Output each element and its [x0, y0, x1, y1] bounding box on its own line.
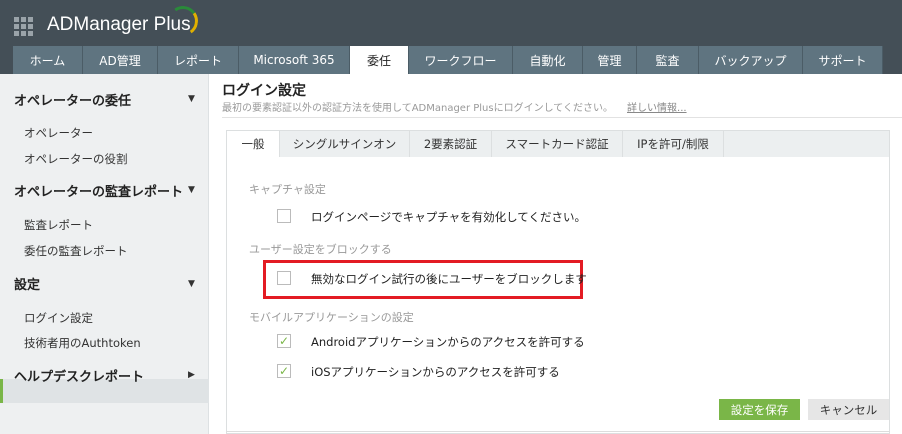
- sidebar: オペレーターの委任 ▼ オペレーター オペレーターの役割 オペレーターの監査レポ…: [0, 74, 209, 434]
- block-user-checkbox[interactable]: [277, 271, 291, 285]
- sidebar-heading-delegation[interactable]: オペレーターの委任: [14, 90, 131, 109]
- nav-backup[interactable]: バックアップ: [699, 46, 803, 74]
- tab-ip-restriction[interactable]: IPを許可/制限: [623, 131, 724, 157]
- nav-audit[interactable]: 監査: [637, 46, 699, 74]
- sidebar-item-login-settings[interactable]: ログイン設定: [24, 310, 93, 326]
- page-title: ログイン設定: [222, 83, 306, 99]
- tab-2fa[interactable]: 2要素認証: [410, 131, 492, 157]
- caret-right-icon[interactable]: ▶: [188, 370, 195, 380]
- ios-checkbox[interactable]: ✓: [277, 364, 291, 378]
- more-info-link[interactable]: 詳しい情報...: [627, 103, 687, 114]
- sidebar-item-operators[interactable]: オペレーター: [24, 125, 93, 141]
- tab-sso[interactable]: シングルサインオン: [280, 131, 410, 157]
- tab-general[interactable]: 一般: [227, 131, 280, 157]
- caret-down-icon[interactable]: ▼: [188, 94, 195, 104]
- sidebar-item-audit-reports[interactable]: 監査レポート: [24, 217, 93, 233]
- nav-support[interactable]: サポート: [803, 46, 883, 74]
- page-description: 最初の要素認証以外の認証方法を使用してADManager Plusにログインして…: [222, 99, 687, 114]
- nav-automation[interactable]: 自動化: [513, 46, 583, 74]
- nav-delegation[interactable]: 委任: [350, 46, 409, 74]
- captcha-label: ログインページでキャプチャを有効化してください。: [311, 210, 586, 224]
- captcha-checkbox[interactable]: [277, 209, 291, 223]
- caret-down-icon[interactable]: ▼: [188, 279, 195, 289]
- sidebar-heading-helpdesk[interactable]: ヘルプデスクレポート: [14, 366, 144, 385]
- nav-workflow[interactable]: ワークフロー: [409, 46, 513, 74]
- sidebar-heading-settings[interactable]: 設定: [14, 274, 40, 293]
- section-captcha: キャプチャ設定: [249, 183, 326, 196]
- nav-admin[interactable]: 管理: [583, 46, 637, 74]
- android-label: Androidアプリケーションからのアクセスを許可する: [311, 335, 585, 349]
- sidebar-heading-audit[interactable]: オペレーターの監査レポート: [14, 181, 183, 200]
- main-nav: ホーム AD管理 レポート Microsoft 365 委任 ワークフロー 自動…: [13, 46, 883, 74]
- sidebar-item-authtoken[interactable]: 技術者用のAuthtoken: [24, 335, 141, 351]
- settings-tabs: 一般 シングルサインオン 2要素認証 スマートカード認証 IPを許可/制限: [226, 130, 890, 157]
- nav-microsoft365[interactable]: Microsoft 365: [239, 46, 350, 74]
- android-checkbox[interactable]: ✓: [277, 334, 291, 348]
- cancel-button[interactable]: キャンセル: [808, 399, 889, 420]
- section-block-user: ユーザー設定をブロックする: [249, 243, 392, 256]
- sidebar-item-operator-roles[interactable]: オペレーターの役割: [24, 151, 128, 167]
- caret-down-icon[interactable]: ▼: [188, 185, 195, 195]
- section-mobile: モバイルアプリケーションの設定: [249, 311, 414, 324]
- block-user-label: 無効なログイン試行の後にユーザーをブロックします: [311, 272, 587, 286]
- nav-home[interactable]: ホーム: [13, 46, 83, 74]
- description-text: 最初の要素認証以外の認証方法を使用してADManager Plusにログインして…: [222, 103, 614, 114]
- ios-label: iOSアプリケーションからのアクセスを許可する: [311, 365, 560, 379]
- app-header: ADManager Plus ホーム AD管理 レポート Microsoft 3…: [0, 0, 902, 74]
- divider: [222, 117, 902, 118]
- sidebar-item-delegation-audit[interactable]: 委任の監査レポート: [24, 243, 128, 259]
- save-button[interactable]: 設定を保存: [719, 399, 800, 420]
- nav-reports[interactable]: レポート: [158, 46, 239, 74]
- divider: [226, 431, 890, 432]
- app-grid-icon[interactable]: [14, 17, 34, 36]
- nav-ad-management[interactable]: AD管理: [83, 46, 158, 74]
- tab-smartcard[interactable]: スマートカード認証: [492, 131, 623, 157]
